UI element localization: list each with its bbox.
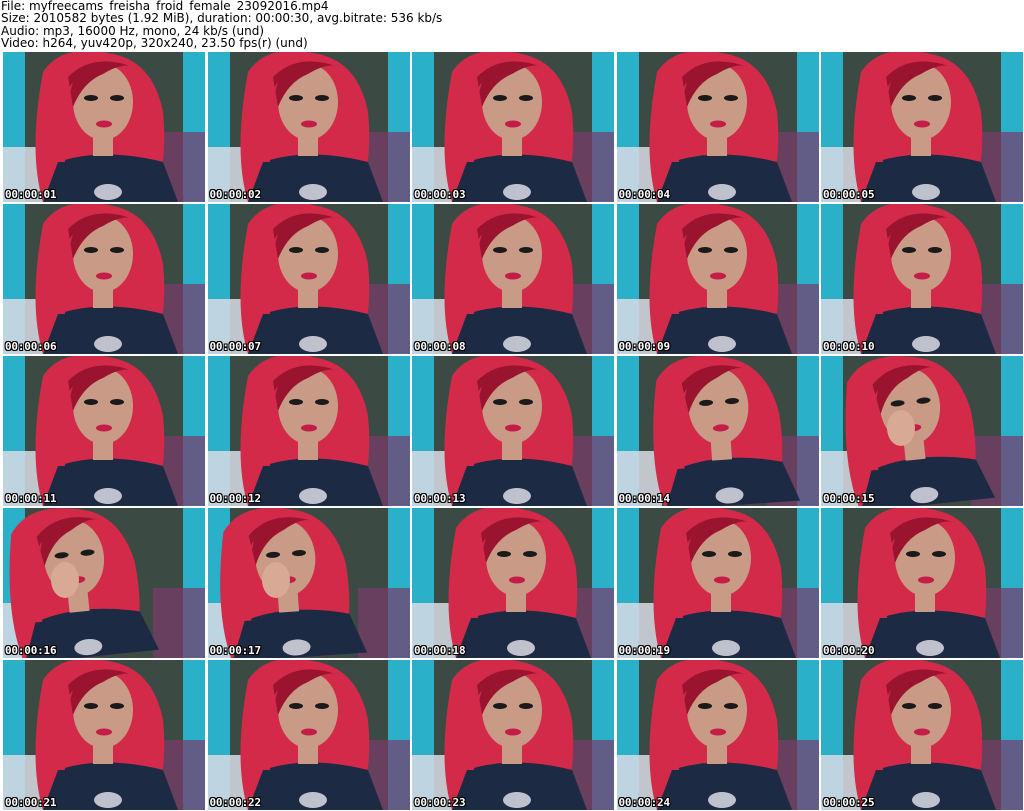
- thumbnail-grid: 00:00:01 00:00:02 00:00:03 00:00:04 00:0…: [3, 52, 1023, 810]
- thumbnail-frame: 00:00:24: [616, 660, 819, 810]
- frame-timestamp: 00:00:19: [618, 644, 671, 657]
- thumbnail-image: [3, 204, 205, 354]
- frame-timestamp: 00:00:02: [209, 188, 262, 201]
- frame-timestamp: 00:00:15: [823, 492, 875, 505]
- thumbnail-image: [616, 660, 819, 810]
- thumbnail-image: [821, 508, 1023, 658]
- thumbnail-frame: 00:00:25: [821, 660, 1023, 810]
- thumbnail-image: [821, 204, 1023, 354]
- frame-timestamp: 00:00:21: [5, 796, 57, 809]
- thumbnail-image: [412, 508, 614, 658]
- thumbnail-image: [207, 204, 410, 354]
- frame-timestamp: 00:00:14: [618, 492, 671, 505]
- thumbnail-frame: 00:00:10: [821, 204, 1023, 354]
- thumbnail-frame: 00:00:20: [821, 508, 1023, 658]
- frame-timestamp: 00:00:01: [5, 188, 57, 201]
- frame-timestamp: 00:00:03: [414, 188, 466, 201]
- thumbnail-frame: 00:00:17: [207, 508, 410, 658]
- thumbnail-frame: 00:00:14: [616, 356, 819, 506]
- thumbnail-image: [3, 52, 205, 202]
- frame-timestamp: 00:00:10: [823, 340, 875, 353]
- thumbnail-frame: 00:00:04: [616, 52, 819, 202]
- thumbnail-image: [3, 660, 205, 810]
- frame-timestamp: 00:00:06: [5, 340, 57, 353]
- frame-timestamp: 00:00:13: [414, 492, 466, 505]
- thumbnail-frame: 00:00:05: [821, 52, 1023, 202]
- thumbnail-image: [616, 356, 819, 506]
- thumbnail-frame: 00:00:01: [3, 52, 205, 202]
- frame-timestamp: 00:00:16: [5, 644, 57, 657]
- frame-timestamp: 00:00:24: [618, 796, 671, 809]
- thumbnail-frame: 00:00:08: [412, 204, 614, 354]
- thumbnail-image: [821, 356, 1023, 506]
- thumbnail-frame: 00:00:12: [207, 356, 410, 506]
- thumbnail-frame: 00:00:07: [207, 204, 410, 354]
- thumbnail-frame: 00:00:15: [821, 356, 1023, 506]
- thumbnail-frame: 00:00:16: [3, 508, 205, 658]
- audio-info-line: Audio: mp3, 16000 Hz, mono, 24 kb/s (und…: [1, 24, 265, 38]
- thumbnail-image: [207, 52, 410, 202]
- thumbnail-frame: 00:00:23: [412, 660, 614, 810]
- thumbnail-image: [821, 660, 1023, 810]
- thumbnail-image: [821, 52, 1023, 202]
- thumbnail-frame: 00:00:21: [3, 660, 205, 810]
- frame-timestamp: 00:00:23: [414, 796, 466, 809]
- thumbnail-image: [412, 52, 614, 202]
- video-info-header: File: myfreecams_freisha_froid_female_23…: [1, 0, 1021, 50]
- frame-timestamp: 00:00:04: [618, 188, 671, 201]
- thumbnail-frame: 00:00:22: [207, 660, 410, 810]
- frame-timestamp: 00:00:12: [209, 492, 262, 505]
- frame-timestamp: 00:00:17: [209, 644, 262, 657]
- file-name-line: File: myfreecams_freisha_froid_female_23…: [1, 0, 329, 13]
- frame-timestamp: 00:00:05: [823, 188, 875, 201]
- thumbnail-image: [3, 356, 205, 506]
- thumbnail-frame: 00:00:18: [412, 508, 614, 658]
- size-duration-line: Size: 2010582 bytes (1.92 MiB), duration…: [1, 12, 443, 25]
- frame-timestamp: 00:00:22: [209, 796, 262, 809]
- thumbnail-image: [616, 508, 819, 658]
- thumbnail-image: [412, 356, 614, 506]
- thumbnail-image: [412, 204, 614, 354]
- frame-timestamp: 00:00:09: [618, 340, 671, 353]
- video-info-line: Video: h264, yuv420p, 320x240, 23.50 fps…: [1, 37, 308, 50]
- thumbnail-frame: 00:00:06: [3, 204, 205, 354]
- thumbnail-image: [3, 508, 205, 658]
- thumbnail-image: [616, 204, 819, 354]
- thumbnail-frame: 00:00:19: [616, 508, 819, 658]
- thumbnail-frame: 00:00:13: [412, 356, 614, 506]
- thumbnail-image: [207, 508, 410, 658]
- frame-timestamp: 00:00:18: [414, 644, 466, 657]
- frame-timestamp: 00:00:20: [823, 644, 875, 657]
- thumbnail-frame: 00:00:11: [3, 356, 205, 506]
- thumbnail-frame: 00:00:09: [616, 204, 819, 354]
- frame-timestamp: 00:00:25: [823, 796, 875, 809]
- frame-timestamp: 00:00:07: [209, 340, 262, 353]
- thumbnail-image: [207, 660, 410, 810]
- frame-timestamp: 00:00:11: [5, 492, 57, 505]
- thumbnail-image: [616, 52, 819, 202]
- thumbnail-image: [207, 356, 410, 506]
- thumbnail-frame: 00:00:03: [412, 52, 614, 202]
- thumbnail-image: [412, 660, 614, 810]
- thumbnail-frame: 00:00:02: [207, 52, 410, 202]
- frame-timestamp: 00:00:08: [414, 340, 466, 353]
